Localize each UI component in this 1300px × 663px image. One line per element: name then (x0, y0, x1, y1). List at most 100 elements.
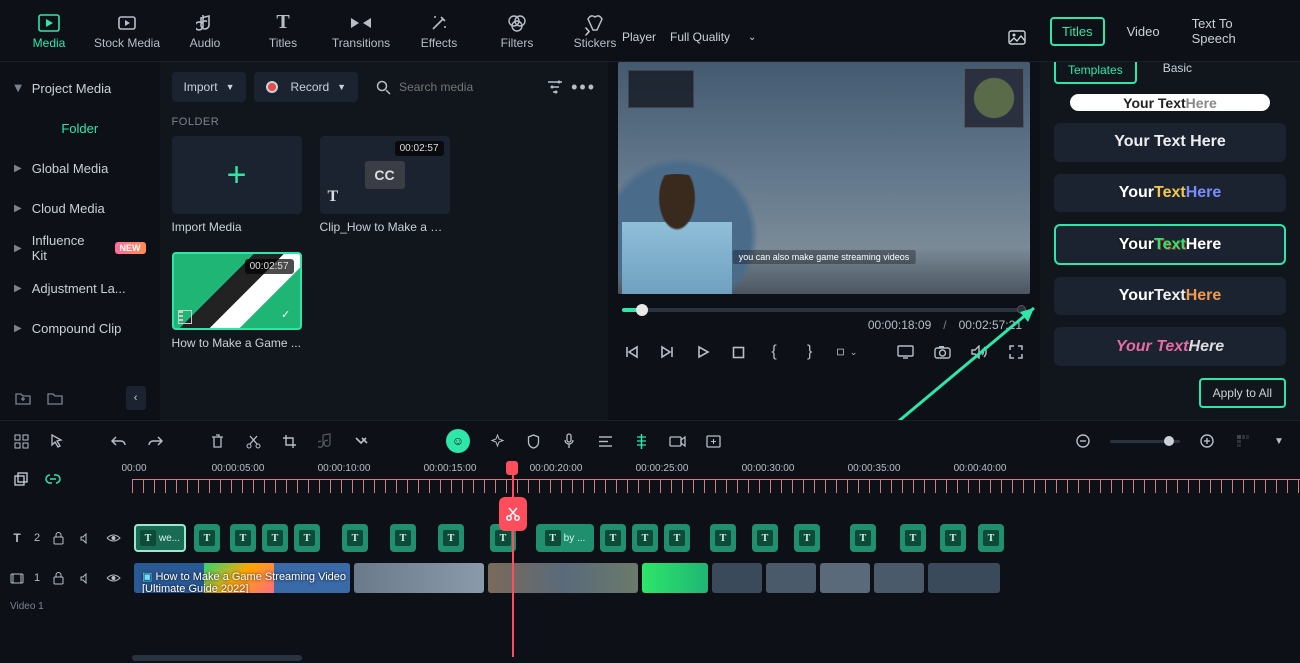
shield-icon[interactable] (524, 432, 542, 450)
layout-icon[interactable] (12, 432, 30, 450)
panel-tab-video[interactable]: Video (1117, 19, 1170, 44)
ratio-icon[interactable]: ⌄ (837, 342, 857, 362)
sparkle-icon[interactable] (488, 432, 506, 450)
import-dropdown[interactable]: Import▼ (172, 72, 247, 102)
zoom-slider[interactable] (1110, 440, 1180, 443)
track-visible-icon[interactable] (105, 569, 122, 587)
timeline-scrollbar[interactable] (132, 655, 1288, 661)
title-clip[interactable]: T (390, 524, 416, 552)
undo-icon[interactable] (110, 432, 128, 450)
title-clip[interactable]: T (850, 524, 876, 552)
title-template-2[interactable]: Your Text Here (1054, 123, 1286, 162)
title-template-6[interactable]: Your Text Here (1054, 327, 1286, 366)
sidebar-cloud-media[interactable]: ▶Cloud Media (0, 188, 160, 228)
title-clip[interactable]: T (752, 524, 778, 552)
cursor-icon[interactable] (48, 432, 66, 450)
redo-icon[interactable] (146, 432, 164, 450)
ai-avatar-icon[interactable]: ☺ (446, 429, 470, 453)
link-icon[interactable] (44, 470, 62, 488)
track-lock-icon[interactable] (50, 569, 67, 587)
record-track-icon[interactable] (668, 432, 686, 450)
title-clip[interactable]: T (900, 524, 926, 552)
video-clip[interactable] (820, 563, 870, 593)
import-media-tile[interactable]: + Import Media (172, 136, 302, 234)
title-clip[interactable]: T (794, 524, 820, 552)
video-clip[interactable]: ▣ How to Make a Game Streaming Video [Ul… (134, 563, 350, 593)
title-clip[interactable]: T (710, 524, 736, 552)
track-visible-icon[interactable] (105, 529, 122, 547)
track-mute-icon[interactable] (77, 529, 94, 547)
media-item-video[interactable]: 00:02:57 ✓ How to Make a Game ... (172, 252, 302, 350)
title-clip[interactable]: T (664, 524, 690, 552)
title-clip[interactable]: T (978, 524, 1004, 552)
track-lock-icon[interactable] (50, 529, 67, 547)
tab-transitions[interactable]: Transitions (326, 3, 396, 58)
title-template-5[interactable]: Your Text Here (1054, 277, 1286, 316)
record-dropdown[interactable]: Record▼ (254, 72, 358, 102)
tab-audio[interactable]: Audio (170, 3, 240, 58)
video-clip[interactable] (488, 563, 638, 593)
title-clip[interactable]: Tby ... (536, 524, 594, 552)
next-frame-icon[interactable] (660, 342, 676, 362)
title-clip[interactable]: T (230, 524, 256, 552)
title-clip[interactable]: T (438, 524, 464, 552)
quality-dropdown[interactable]: Full Quality⌄ (670, 30, 756, 44)
folder-icon[interactable] (46, 389, 64, 407)
video-clip[interactable] (766, 563, 816, 593)
zoom-out-icon[interactable] (1074, 432, 1092, 450)
tab-stock-media[interactable]: Stock Media (92, 3, 162, 58)
video-clip[interactable] (712, 563, 762, 593)
view-caret-icon[interactable]: ▼ (1270, 432, 1288, 450)
title-clip[interactable]: T (342, 524, 368, 552)
title-template-1[interactable]: Your Text Here (1070, 94, 1270, 111)
title-clip[interactable]: T (940, 524, 966, 552)
title-clip[interactable]: T (194, 524, 220, 552)
player-viewport[interactable]: you can also make game streaming videos (618, 62, 1030, 294)
mark-out-icon[interactable]: } (802, 342, 818, 362)
nest-icon[interactable] (12, 470, 30, 488)
zoom-in-icon[interactable] (1198, 432, 1216, 450)
playhead-scissors-icon[interactable] (499, 497, 527, 531)
title-template-4-selected[interactable]: Your Text Here (1054, 224, 1286, 264)
marker-icon[interactable] (632, 432, 650, 450)
search-input[interactable] (399, 80, 529, 94)
apply-to-all-button[interactable]: Apply to All (1199, 378, 1286, 408)
keyframe-add-icon[interactable] (704, 432, 722, 450)
sidebar-compound-clip[interactable]: ▶Compound Clip (0, 308, 160, 348)
camera-icon[interactable] (934, 342, 951, 362)
tab-filters[interactable]: Filters (482, 3, 552, 58)
delete-icon[interactable] (208, 432, 226, 450)
media-item-cc[interactable]: 00:02:57 CC T Clip_How to Make a G... (320, 136, 450, 234)
mic-icon[interactable] (560, 432, 578, 450)
title-clip[interactable]: Twe... (134, 524, 186, 552)
tab-titles[interactable]: T Titles (248, 3, 318, 58)
music-note-icon[interactable] (316, 432, 334, 450)
title-clip[interactable]: T (632, 524, 658, 552)
snapshot-icon[interactable] (1008, 30, 1026, 45)
view-grid-icon[interactable] (1234, 432, 1252, 450)
tabs-next-icon[interactable]: › (584, 20, 591, 43)
sidebar-global-media[interactable]: ▶Global Media (0, 148, 160, 188)
sidebar-influence-kit[interactable]: ▶Influence KitNEW (0, 228, 160, 268)
volume-icon[interactable] (971, 342, 988, 362)
scrub-thumb[interactable] (636, 304, 648, 316)
split-icon[interactable] (244, 432, 262, 450)
prev-frame-icon[interactable] (624, 342, 640, 362)
more-tools-icon[interactable] (352, 432, 370, 450)
display-icon[interactable] (897, 342, 914, 362)
panel-tab-titles[interactable]: Titles (1050, 17, 1105, 46)
track-mute-icon[interactable] (77, 569, 94, 587)
align-icon[interactable] (596, 432, 614, 450)
panel-tab-tts[interactable]: Text To Speech (1182, 11, 1286, 51)
new-folder-icon[interactable] (14, 389, 32, 407)
sidebar-adjustment-layer[interactable]: ▶Adjustment La... (0, 268, 160, 308)
play-icon[interactable] (695, 342, 711, 362)
sidebar-project-media[interactable]: ▶Project Media (0, 68, 160, 108)
scrub-bar[interactable] (622, 308, 1026, 312)
title-clip[interactable]: T (294, 524, 320, 552)
more-icon[interactable]: ••• (571, 77, 596, 98)
filter-icon[interactable] (547, 80, 563, 94)
video-clip[interactable] (642, 563, 708, 593)
title-clip[interactable]: T (600, 524, 626, 552)
tab-media[interactable]: Media (14, 3, 84, 58)
